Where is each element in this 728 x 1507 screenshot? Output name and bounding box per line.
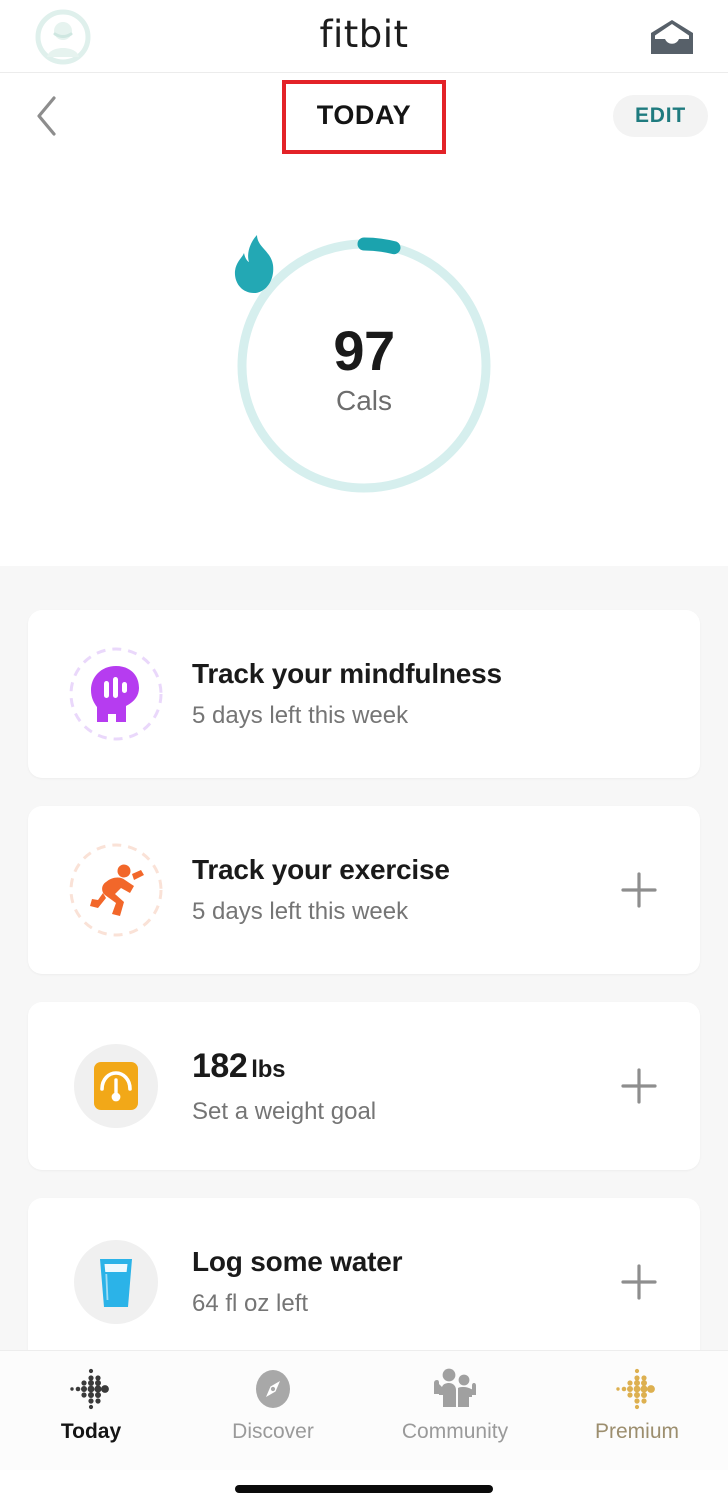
- tile-text-block: 182 lbs Set a weight goal: [192, 1046, 608, 1127]
- tile-subtitle: 5 days left this week: [192, 897, 409, 925]
- compass-icon: [250, 1365, 296, 1413]
- home-indicator-area: [0, 1470, 728, 1507]
- fitbit-app-screen: fitbit TODAY EDIT 97 Cals Track your min…: [0, 0, 728, 1507]
- community-people-icon: [431, 1365, 479, 1413]
- tile-subtitle: 64 fl oz left: [192, 1289, 309, 1317]
- add-button[interactable]: [608, 1055, 670, 1117]
- tile-title: Track your mindfulness: [192, 658, 502, 690]
- fitbit-wordmark: fitbit: [319, 13, 409, 56]
- calories-progress-ring[interactable]: 97 Cals: [231, 233, 497, 499]
- nav-tab-community[interactable]: Community: [364, 1365, 546, 1444]
- nav-label-today: Today: [60, 1420, 122, 1443]
- tile-list: Track your mindfulness 5 days left this …: [0, 566, 728, 1350]
- tile-text-block: Track your exercise 5 days left this wee…: [192, 853, 608, 926]
- calories-ring-content: 97 Cals: [231, 233, 497, 499]
- tile-text-block: Log some water 64 fl oz left: [192, 1245, 608, 1318]
- app-header: fitbit: [0, 0, 728, 73]
- bottom-navigation: Today Discover Community Premium: [0, 1350, 728, 1470]
- water-glass-icon: [62, 1228, 170, 1336]
- nav-tab-premium[interactable]: Premium: [546, 1365, 728, 1444]
- fitbit-dots-icon: [68, 1365, 114, 1413]
- tile-mindfulness[interactable]: Track your mindfulness 5 days left this …: [28, 610, 700, 778]
- nav-label-community: Community: [401, 1420, 509, 1443]
- tile-water[interactable]: Log some water 64 fl oz left: [28, 1198, 700, 1350]
- tile-title: 182 lbs: [192, 1046, 608, 1087]
- page-title: TODAY: [316, 99, 412, 130]
- profile-avatar-icon[interactable]: [34, 8, 92, 66]
- tile-weight[interactable]: 182 lbs Set a weight goal: [28, 1002, 700, 1170]
- weight-unit: lbs: [251, 1055, 286, 1083]
- weight-value: 182: [192, 1046, 248, 1085]
- premium-dots-icon: [614, 1365, 660, 1413]
- tile-text-block: Track your mindfulness 5 days left this …: [192, 657, 608, 730]
- page-title-group: TODAY: [281, 79, 447, 154]
- running-person-icon: [62, 836, 170, 944]
- tile-subtitle: 5 days left this week: [192, 701, 409, 729]
- tile-title: Log some water: [192, 1246, 403, 1278]
- inbox-envelope-icon[interactable]: [644, 12, 700, 62]
- add-button[interactable]: [608, 1251, 670, 1313]
- calories-hero-section: 97 Cals: [0, 158, 728, 566]
- nav-tab-discover[interactable]: Discover: [182, 1365, 364, 1444]
- tile-subtitle: Set a weight goal: [192, 1097, 377, 1125]
- add-button[interactable]: [608, 859, 670, 921]
- nav-tab-today[interactable]: Today: [0, 1365, 182, 1444]
- tile-title: Track your exercise: [192, 854, 450, 886]
- edit-button[interactable]: EDIT: [612, 94, 708, 137]
- chevron-left-icon[interactable]: [24, 93, 70, 139]
- nav-label-premium: Premium: [594, 1420, 679, 1443]
- mindfulness-head-icon: [62, 640, 170, 748]
- calories-value: 97: [333, 319, 395, 382]
- weight-scale-icon: [62, 1032, 170, 1140]
- calories-unit: Cals: [335, 385, 392, 416]
- page-subheader: TODAY EDIT: [0, 73, 728, 158]
- tile-exercise[interactable]: Track your exercise 5 days left this wee…: [28, 806, 700, 974]
- nav-label-discover: Discover: [232, 1420, 314, 1443]
- home-indicator[interactable]: [235, 1484, 493, 1493]
